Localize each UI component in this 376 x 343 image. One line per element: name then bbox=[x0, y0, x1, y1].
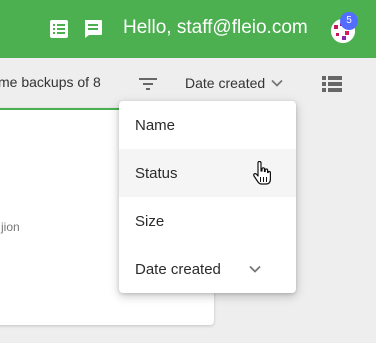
view-list-icon[interactable] bbox=[321, 75, 343, 93]
feedback-icon[interactable] bbox=[83, 19, 103, 39]
sort-option-size[interactable]: Size bbox=[119, 197, 296, 245]
card-text: jion bbox=[1, 220, 20, 234]
menu-item-label: Name bbox=[135, 116, 176, 134]
notification-badge[interactable]: 5 bbox=[340, 12, 358, 30]
menu-item-label: Status bbox=[135, 164, 178, 182]
chevron-down-icon bbox=[249, 265, 261, 273]
backups-title: me backups of 8 bbox=[0, 74, 101, 90]
sort-dropdown-button[interactable]: Date created bbox=[185, 73, 283, 93]
sort-option-name[interactable]: Name bbox=[119, 101, 296, 149]
sort-menu: Name Status Size Date created bbox=[119, 101, 296, 293]
menu-item-label: Size bbox=[135, 212, 165, 230]
list-icon[interactable] bbox=[49, 19, 69, 39]
hand-pointer-cursor-icon bbox=[253, 161, 271, 185]
sort-option-date-created[interactable]: Date created bbox=[119, 245, 296, 293]
filter-icon[interactable] bbox=[138, 76, 158, 92]
user-greeting[interactable]: Hello, staff@fleio.com bbox=[123, 15, 308, 41]
chevron-down-icon bbox=[271, 79, 283, 87]
top-app-bar: Hello, staff@fleio.com 5 bbox=[0, 0, 376, 58]
sort-label: Date created bbox=[185, 75, 266, 91]
menu-item-label: Date created bbox=[135, 260, 221, 278]
